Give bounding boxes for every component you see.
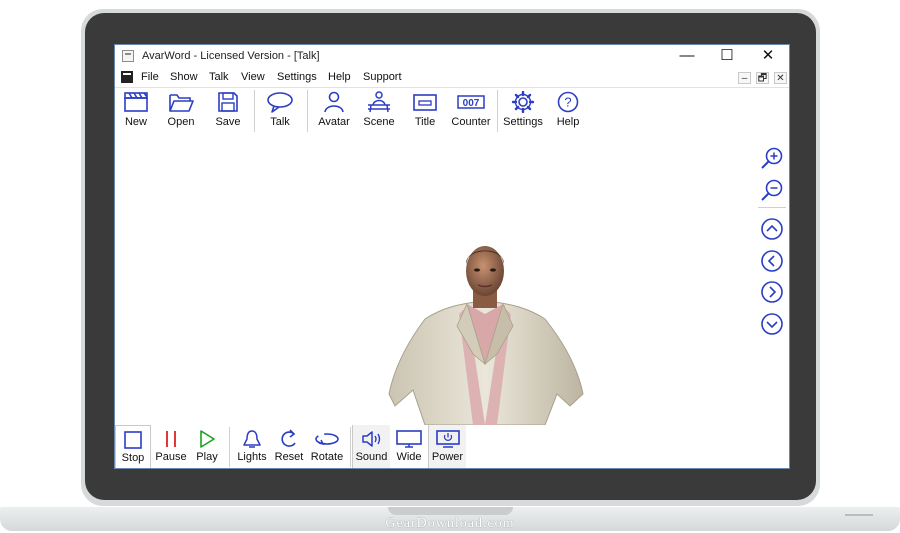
- menu-file[interactable]: File: [141, 71, 159, 83]
- arrow-right-icon[interactable]: [760, 280, 784, 304]
- arrow-up-icon[interactable]: [760, 217, 784, 241]
- toolbar-separator: [307, 90, 308, 132]
- stop-label: Stop: [121, 452, 145, 464]
- title-button[interactable]: Title: [406, 91, 444, 133]
- gear-icon: [511, 91, 535, 113]
- talk-button[interactable]: Talk: [261, 91, 299, 133]
- maximize-button[interactable]: ☐: [707, 45, 747, 67]
- power-icon: [435, 430, 460, 448]
- title-bar[interactable]: AvarWord - Licensed Version - [Talk] — ☐…: [115, 45, 789, 69]
- clapperboard-icon: [124, 92, 148, 112]
- app-icon: [122, 50, 134, 62]
- title-card-icon: [413, 94, 437, 111]
- arrow-down-icon[interactable]: [760, 312, 784, 336]
- svg-text:?: ?: [564, 95, 571, 110]
- window-title: AvarWord - Licensed Version - [Talk]: [142, 50, 320, 62]
- play-icon: [200, 430, 215, 448]
- settings-label: Settings: [503, 116, 543, 128]
- avatar-label: Avatar: [318, 116, 350, 128]
- stop-icon: [124, 431, 142, 449]
- menu-bar: File Show Talk View Settings Help Suppor…: [115, 69, 789, 87]
- nav-separator: [758, 207, 786, 208]
- zoom-in-icon[interactable]: [760, 146, 784, 170]
- toolbar-separator: [497, 90, 498, 132]
- bell-light-icon: [243, 430, 261, 448]
- reset-button[interactable]: Reset: [272, 425, 306, 468]
- document-icon[interactable]: [121, 71, 133, 83]
- question-circle-icon: ?: [557, 91, 579, 113]
- avatar-button[interactable]: Avatar: [314, 91, 354, 133]
- counter-icon: 007: [457, 95, 485, 109]
- bottom-separator: [350, 427, 351, 467]
- play-button[interactable]: Play: [191, 425, 223, 468]
- power-label: Power: [431, 451, 464, 463]
- svg-text:007: 007: [463, 98, 480, 109]
- scene-icon: [368, 91, 390, 113]
- reset-icon: [281, 429, 296, 447]
- close-button[interactable]: ✕: [748, 45, 788, 67]
- scene-viewport[interactable]: [115, 134, 789, 426]
- person-icon: [324, 91, 344, 113]
- settings-button[interactable]: Settings: [501, 91, 545, 133]
- monitor-icon: [396, 430, 422, 448]
- floppy-disk-icon: [218, 92, 238, 112]
- playback-toolbar: Stop Pause Play Lights Reset Rotate Soun…: [115, 425, 789, 468]
- title-label: Title: [414, 116, 436, 128]
- speaker-icon: [361, 431, 380, 447]
- play-label: Play: [196, 451, 218, 463]
- main-toolbar: New Open Save Talk Avatar Scene Title 00…: [115, 87, 789, 134]
- wide-label: Wide: [396, 451, 422, 463]
- save-button[interactable]: Save: [209, 91, 247, 133]
- app-window: AvarWord - Licensed Version - [Talk] — ☐…: [114, 44, 790, 469]
- wide-button[interactable]: Wide: [390, 425, 428, 468]
- menu-show[interactable]: Show: [170, 71, 198, 83]
- pause-label: Pause: [155, 451, 187, 463]
- folder-open-icon: [169, 94, 194, 112]
- sound-button[interactable]: Sound: [352, 425, 390, 468]
- help-button[interactable]: ? Help: [551, 91, 585, 133]
- zoom-out-icon[interactable]: [760, 178, 784, 202]
- new-label: New: [124, 116, 147, 128]
- talk-label: Talk: [270, 116, 290, 128]
- watermark: GearDownload.com: [385, 516, 515, 531]
- rotate-label: Rotate: [310, 451, 344, 463]
- arrow-left-icon[interactable]: [760, 249, 784, 273]
- scene-button[interactable]: Scene: [360, 91, 398, 133]
- sound-label: Sound: [355, 451, 388, 463]
- reset-label: Reset: [274, 451, 304, 463]
- bottom-separator: [229, 427, 230, 467]
- laptop-notch: [388, 507, 513, 515]
- menu-talk[interactable]: Talk: [209, 71, 229, 83]
- counter-button[interactable]: 007 Counter: [449, 91, 493, 133]
- new-button[interactable]: New: [117, 91, 155, 133]
- pause-icon: [166, 431, 176, 447]
- stop-button[interactable]: Stop: [115, 425, 151, 468]
- menu-help[interactable]: Help: [328, 71, 351, 83]
- scene-label: Scene: [363, 116, 395, 128]
- open-label: Open: [167, 116, 195, 128]
- menu-view[interactable]: View: [241, 71, 265, 83]
- mdi-close-button[interactable]: ✕: [774, 72, 787, 84]
- open-button[interactable]: Open: [162, 91, 200, 133]
- rotate-icon: [315, 433, 339, 446]
- mdi-restore-button[interactable]: 🗗: [756, 72, 769, 84]
- help-label: Help: [556, 116, 580, 128]
- avatar-figure[interactable]: [385, 244, 585, 430]
- save-label: Save: [215, 116, 241, 128]
- minimize-button[interactable]: —: [667, 45, 707, 67]
- menu-settings[interactable]: Settings: [277, 71, 317, 83]
- pause-button[interactable]: Pause: [153, 425, 189, 468]
- lights-label: Lights: [237, 451, 267, 463]
- menu-support[interactable]: Support: [363, 71, 402, 83]
- power-button[interactable]: Power: [428, 425, 466, 468]
- counter-label: Counter: [451, 116, 491, 128]
- mdi-minimize-button[interactable]: –: [738, 72, 751, 84]
- speech-bubble-icon: [267, 92, 293, 113]
- toolbar-separator: [254, 90, 255, 132]
- rotate-button[interactable]: Rotate: [308, 425, 346, 468]
- lights-button[interactable]: Lights: [234, 425, 270, 468]
